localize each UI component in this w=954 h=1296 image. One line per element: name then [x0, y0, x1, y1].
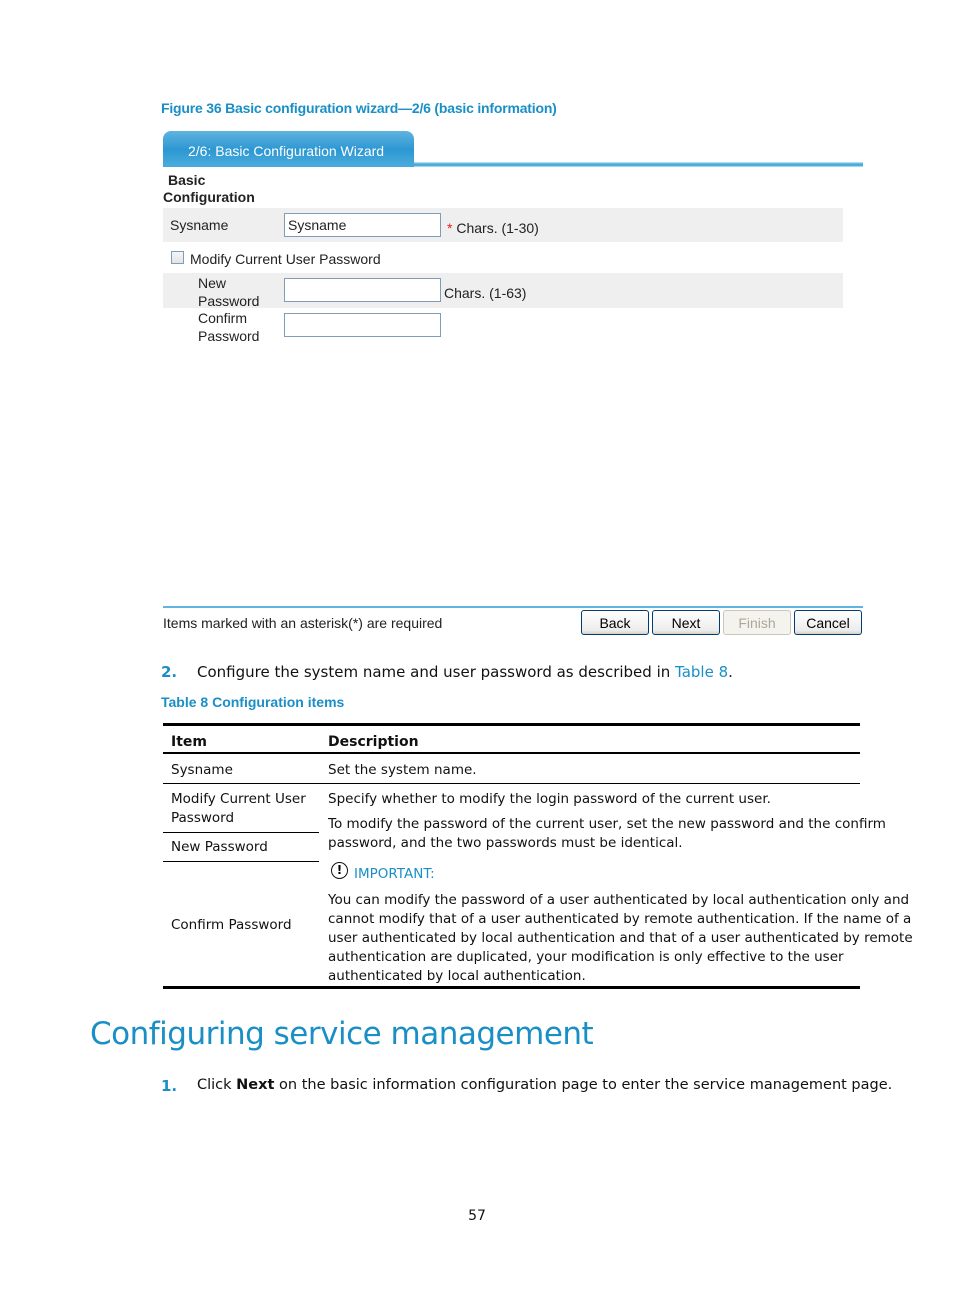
new-password-label-line1: New [198, 275, 227, 291]
table-top-rule [163, 723, 860, 726]
required-note: Items marked with an asterisk(*) are req… [163, 615, 443, 631]
wizard-header-rule-right [414, 162, 863, 167]
section-title: Basic Configuration [163, 172, 255, 206]
sysname-input[interactable] [284, 213, 441, 237]
page-number: 57 [468, 1208, 486, 1224]
table-caption: Table 8 Configuration items [161, 694, 345, 710]
confirm-password-label-line1: Confirm [198, 310, 248, 326]
sysname-hint: * Chars. (1-30) [447, 220, 539, 236]
next-button[interactable]: Next [652, 610, 720, 635]
important-line: authentication are duplicated, your modi… [328, 949, 844, 965]
section-title-line1: Basic [168, 172, 206, 188]
table-cell-rule [163, 861, 319, 862]
wizard-tab[interactable]: 2/6: Basic Configuration Wizard [163, 131, 414, 165]
important-icon: ! [331, 862, 348, 879]
wizard-tab-label: 2/6: Basic Configuration Wizard [188, 143, 385, 159]
confirm-password-input[interactable] [284, 313, 441, 337]
table-8-link[interactable]: Table 8 [675, 663, 728, 681]
section-heading: Configuring service management [90, 1016, 594, 1052]
sysname-hint-text: Chars. (1-30) [456, 220, 539, 236]
important-line: authenticated by local authentication. [328, 968, 586, 984]
table-item-confirm-password: Confirm Password [171, 917, 292, 933]
cancel-button[interactable]: Cancel [794, 610, 862, 635]
step-2-number: 2. [161, 663, 178, 681]
step-1-text-after: on the basic information configuration p… [274, 1077, 893, 1093]
important-line: You can modify the password of a user au… [328, 892, 910, 908]
passwords-desc-line2: password, and the two passwords must be … [328, 835, 683, 851]
table-item-modify-password: Modify Current User Password [171, 791, 306, 826]
step-2-text-after: . [728, 663, 733, 681]
passwords-desc-line1: To modify the password of the current us… [328, 816, 886, 832]
table-item-new-password: New Password [171, 839, 268, 855]
finish-button: Finish [723, 610, 791, 635]
figure-caption: Figure 36 Basic configuration wizard—2/6… [161, 100, 557, 116]
step-1-text-before: Click [197, 1077, 237, 1093]
new-password-label: New Password [198, 274, 259, 310]
step-2-text-before: Configure the system name and user passw… [197, 663, 676, 681]
required-asterisk: * [447, 220, 453, 236]
section-title-line2: Configuration [163, 189, 255, 205]
table-cell-rule [163, 832, 319, 833]
sysname-label: Sysname [170, 217, 229, 233]
step-1-bold: Next [236, 1077, 275, 1093]
step-1-number: 1. [161, 1077, 178, 1095]
important-label: IMPORTANT: [354, 866, 435, 882]
table-desc-sysname: Set the system name. [328, 762, 477, 778]
confirm-password-label: Confirm Password [198, 309, 259, 345]
table-header-rule [163, 752, 860, 754]
modify-password-checkbox[interactable] [171, 251, 184, 264]
important-text: You can modify the password of a user au… [328, 891, 913, 986]
confirm-password-label-line2: Password [198, 328, 260, 344]
table-desc-modify-password: Specify whether to modify the login pass… [328, 791, 771, 807]
modify-password-label[interactable]: Modify Current User Password [190, 251, 381, 267]
back-button[interactable]: Back [581, 610, 649, 635]
important-line: user authenticated by local authenticati… [328, 930, 913, 946]
important-line: cannot modify that of a user authenticat… [328, 911, 912, 927]
new-password-label-line2: Password [198, 293, 260, 309]
table-header-item: Item [171, 734, 207, 750]
new-password-input[interactable] [284, 278, 441, 302]
table-item-sysname: Sysname [171, 762, 233, 778]
table-desc-passwords: To modify the password of the current us… [328, 815, 886, 853]
new-password-hint: Chars. (1-63) [444, 285, 527, 301]
table-header-description: Description [328, 734, 419, 750]
wizard-footer-rule [163, 606, 863, 608]
step-1-text: Click Next on the basic information conf… [197, 1077, 892, 1093]
step-2-text: Configure the system name and user passw… [197, 663, 733, 681]
table-bottom-rule [163, 986, 860, 989]
table-row-rule [163, 783, 860, 784]
